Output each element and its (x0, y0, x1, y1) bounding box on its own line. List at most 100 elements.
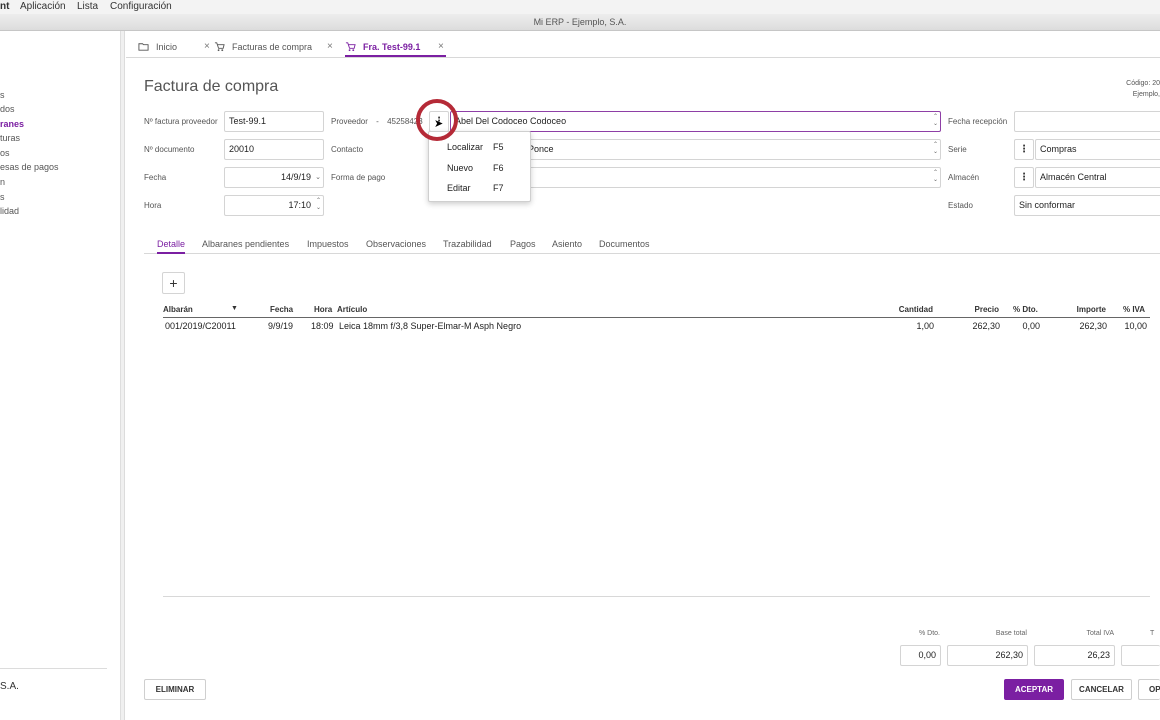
col-cantidad[interactable]: Cantidad (883, 305, 933, 314)
totals-dto-field[interactable]: 0,00 (900, 645, 941, 666)
tab-fra-test-99-1[interactable]: Fra. Test-99.1 × (345, 37, 446, 57)
stepper-icon[interactable]: ⌃ ⌄ (933, 170, 938, 184)
cancelar-button[interactable]: CANCELAR (1071, 679, 1132, 700)
totals-iva-label: Total IVA (1086, 630, 1115, 637)
serie-field[interactable]: Compras (1035, 139, 1160, 160)
cart-icon (214, 42, 225, 52)
contacto-label: Contacto (331, 145, 364, 154)
stepper-icon[interactable]: ⌃ ⌄ (933, 142, 938, 156)
fecha-recepcion-label: Fecha recepción (948, 117, 1008, 126)
proveedor-context-menu: Localizar F5 Nuevo F6 Editar F7 (428, 131, 531, 202)
close-icon[interactable]: × (327, 37, 333, 57)
col-precio[interactable]: Precio (949, 305, 999, 314)
sidebar-item-active[interactable]: ranes (0, 119, 24, 129)
cell-articulo: Leica 18mm f/3,8 Super-Elmar-M Asph Negr… (339, 321, 522, 331)
subtab-asiento[interactable]: Asiento (552, 239, 582, 249)
sidebar-company: S.A. (0, 681, 19, 692)
col-articulo[interactable]: Artículo (337, 305, 367, 314)
subtab-pagos[interactable]: Pagos (510, 239, 536, 249)
forma-pago-label: Forma de pago (331, 173, 386, 182)
subtab-detalle[interactable]: Detalle (157, 239, 186, 254)
sidebar-item[interactable]: os (0, 148, 10, 158)
almacen-options-button[interactable]: ⋮ (1014, 167, 1034, 188)
tab-inicio[interactable]: Inicio × (138, 37, 210, 57)
mouse-cursor-icon: ➤ (434, 118, 444, 130)
serie-options-button[interactable]: ⋮ (1014, 139, 1034, 160)
proveedor-field[interactable]: Abel Del Codoceo Codoceo ⌃ ⌄ (450, 111, 941, 132)
close-icon[interactable]: × (204, 37, 210, 57)
cell-precio: 262,30 (972, 321, 1000, 331)
n-factura-field[interactable]: Test-99.1 (224, 111, 324, 132)
window-title: Mi ERP - Ejemplo, S.A. (0, 14, 1160, 31)
col-fecha[interactable]: Fecha (270, 305, 293, 314)
sort-desc-icon: ▼ (231, 305, 238, 312)
sidebar-resize-handle[interactable] (121, 31, 125, 720)
aceptar-button[interactable]: ACEPTAR (1004, 679, 1064, 700)
almacen-field[interactable]: Almacén Central (1035, 167, 1160, 188)
almacen-label: Almacén (948, 173, 980, 182)
totals-total-field[interactable] (1121, 645, 1160, 666)
stepper-icon[interactable]: ⌃ ⌄ (316, 198, 321, 212)
subtab-documentos[interactable]: Documentos (599, 239, 650, 249)
cell-fecha: 9/9/19 (268, 321, 294, 331)
col-dto[interactable]: % Dto. (1013, 305, 1055, 314)
chevron-down-icon[interactable]: ⌄ (315, 174, 321, 181)
menu-configuracion[interactable]: Configuración (110, 1, 172, 12)
add-line-button[interactable]: + (162, 272, 185, 294)
col-hora[interactable]: Hora (314, 305, 332, 314)
table-bottom-divider (163, 596, 1150, 597)
menu-item-editar[interactable]: Editar F7 (429, 178, 530, 198)
totals-base-label: Base total (995, 630, 1027, 637)
op-button[interactable]: OP (1138, 679, 1160, 700)
menu-item-localizar[interactable]: Localizar F5 (429, 137, 530, 157)
menu-aplicacion[interactable]: Aplicación (20, 1, 66, 12)
table-header: Albarán ▼ Fecha Hora Artículo Cantidad P… (163, 303, 1150, 318)
cell-dto: 0,00 (1022, 321, 1040, 331)
menu-app-name[interactable]: nt (0, 1, 9, 12)
totals-iva-field[interactable]: 26,23 (1034, 645, 1115, 666)
sidebar: s dos ranes turas os esas de pagos n s l… (0, 31, 121, 720)
menu-item-nuevo[interactable]: Nuevo F6 (429, 158, 530, 178)
menu-bar: nt Aplicación Lista Configuración (0, 0, 1160, 14)
totals-total-label: T (1150, 630, 1155, 637)
fecha-recepcion-field[interactable] (1014, 111, 1160, 132)
n-factura-label: Nº factura proveedor (144, 117, 218, 126)
eliminar-button[interactable]: ELIMINAR (144, 679, 206, 700)
fecha-field[interactable]: 14/9/19 ⌄ (224, 167, 324, 188)
estado-label: Estado (948, 201, 973, 210)
menu-lista[interactable]: Lista (77, 1, 98, 12)
subtab-impuestos[interactable]: Impuestos (307, 239, 349, 249)
col-importe[interactable]: Importe (1056, 305, 1106, 314)
close-icon[interactable]: × (438, 37, 444, 57)
hora-label: Hora (144, 201, 162, 210)
more-vertical-icon: ⋮ (1019, 172, 1029, 183)
sidebar-item[interactable]: s (0, 90, 5, 100)
estado-field[interactable]: Sin conformar (1014, 195, 1160, 216)
totals-base-field[interactable]: 262,30 (947, 645, 1028, 666)
sidebar-item[interactable]: turas (0, 133, 20, 143)
hora-field[interactable]: 17:10 ⌃ ⌄ (224, 195, 324, 216)
sidebar-item[interactable]: s (0, 192, 5, 202)
cell-albaran: 001/2019/C20011 (165, 321, 236, 331)
n-documento-field[interactable]: 20010 (224, 139, 324, 160)
subtab-albaranes-pendientes[interactable]: Albaranes pendientes (202, 239, 289, 249)
totals-dto-label: % Dto. (918, 630, 940, 637)
folder-icon (138, 43, 149, 51)
stepper-icon[interactable]: ⌃ ⌄ (933, 114, 938, 128)
document-tabs: Inicio × Facturas de compra × Fra. Test-… (126, 37, 1160, 58)
sidebar-item[interactable]: esas de pagos (0, 162, 59, 172)
sidebar-item[interactable]: lidad (0, 206, 19, 216)
sidebar-item[interactable]: dos (0, 104, 15, 114)
sidebar-divider (0, 668, 107, 669)
tab-facturas-de-compra[interactable]: Facturas de compra × (214, 37, 334, 57)
more-vertical-icon: ⋮ (1019, 144, 1029, 155)
subtab-trazabilidad[interactable]: Trazabilidad (443, 239, 492, 249)
cell-cantidad: 1,00 (916, 321, 934, 331)
col-iva[interactable]: % IVA (1123, 305, 1145, 314)
sidebar-item[interactable]: n (0, 177, 5, 187)
subtab-observaciones[interactable]: Observaciones (366, 239, 426, 249)
col-albaran[interactable]: Albarán (163, 305, 193, 314)
proveedor-label: Proveedor - 45258423 (331, 117, 423, 126)
table-row[interactable]: 001/2019/C20011 9/9/19 18:09 Leica 18mm … (163, 319, 1150, 334)
serie-label: Serie (948, 145, 967, 154)
